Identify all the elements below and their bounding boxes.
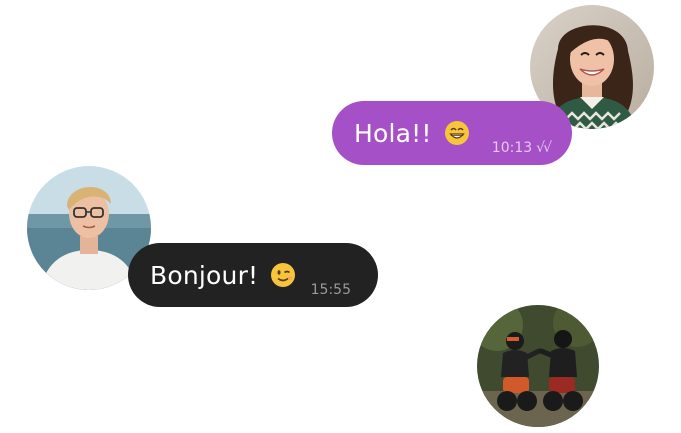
chat-area: Hola!! 10:13 √√ Bonjour! 15:55 <box>0 0 681 433</box>
motorcycle-riders-avatar[interactable] <box>477 305 599 427</box>
sent-message-bubble[interactable]: Hola!! 10:13 √√ <box>332 101 572 165</box>
winking-face-emoji-icon <box>271 263 296 287</box>
message-timestamp: 15:55 <box>310 282 351 298</box>
message-meta: 10:13 √√ <box>491 140 552 156</box>
read-receipt-icon: √√ <box>536 140 552 156</box>
message-text: Bonjour! <box>150 260 259 290</box>
message-timestamp: 10:13 <box>491 140 533 156</box>
received-message-bubble[interactable]: Bonjour! 15:55 <box>128 243 378 307</box>
motorcycle-riders-photo-icon <box>477 305 599 427</box>
grinning-face-with-smiling-eyes-emoji-icon <box>444 121 469 145</box>
message-text: Hola!! <box>354 118 432 148</box>
